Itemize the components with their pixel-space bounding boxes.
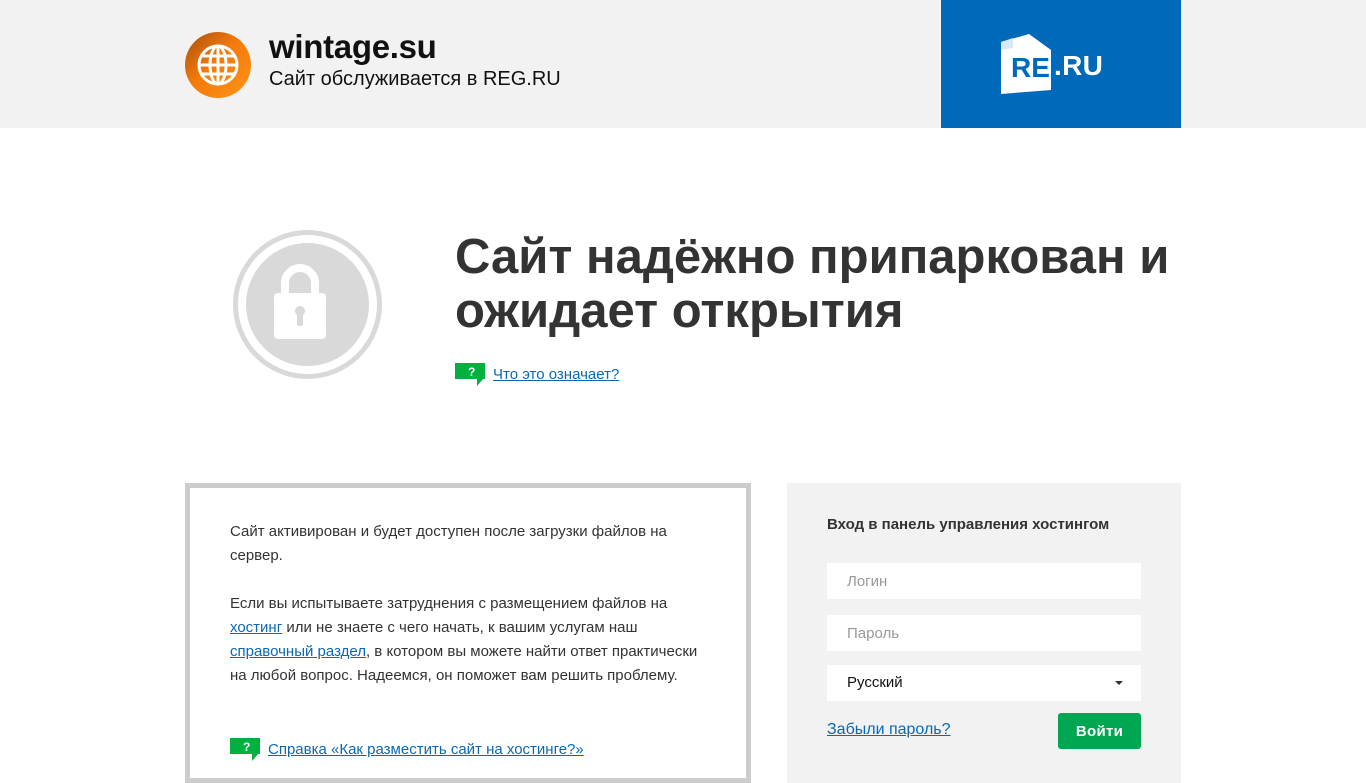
login-panel: Вход в панель управления хостингом Русск… bbox=[787, 483, 1181, 783]
login-button[interactable]: Войти bbox=[1058, 713, 1141, 749]
regru-logo-link[interactable]: REG .RU bbox=[941, 0, 1181, 128]
regru-logo-suffix: .RU bbox=[1054, 50, 1104, 81]
padlock-badge bbox=[233, 230, 382, 379]
help-section-link[interactable]: справочный раздел bbox=[230, 643, 366, 660]
info-text-segment: или не знаете с чего начать, к вашим усл… bbox=[282, 619, 638, 636]
info-paragraph-1: Сайт активирован и будет доступен после … bbox=[230, 523, 667, 564]
svg-text:?: ? bbox=[468, 365, 475, 379]
password-input[interactable] bbox=[827, 615, 1141, 651]
page-title: Сайт надёжно припаркован и ожидает откры… bbox=[455, 230, 1170, 338]
question-speech-bubble-icon: ? bbox=[455, 363, 485, 386]
language-select[interactable]: Русский bbox=[827, 665, 1141, 701]
header: wintage.su Сайт обслуживается в REG.RU R… bbox=[0, 0, 1366, 128]
chevron-down-icon bbox=[1115, 681, 1123, 685]
login-title: Вход в панель управления хостингом bbox=[827, 516, 1110, 533]
login-input[interactable] bbox=[827, 563, 1141, 599]
info-card: Сайт активирован и будет доступен после … bbox=[185, 483, 751, 783]
what-does-this-mean-link[interactable]: Что это означает? bbox=[493, 366, 619, 383]
hosting-link[interactable]: хостинг bbox=[230, 619, 282, 636]
info-paragraph-2: Если вы испытываете затруднения с размещ… bbox=[230, 592, 710, 688]
question-speech-bubble-icon: ? bbox=[230, 738, 260, 761]
site-name: wintage.su bbox=[269, 28, 437, 65]
how-to-host-site-link[interactable]: Справка «Как разместить сайт на хостинге… bbox=[268, 741, 584, 758]
site-subtitle: Сайт обслуживается в REG.RU bbox=[269, 68, 561, 90]
info-text-segment: Если вы испытываете затруднения с размещ… bbox=[230, 595, 668, 612]
info-text: Сайт активирован и будет доступен после … bbox=[230, 520, 710, 712]
language-select-value: Русский bbox=[847, 674, 903, 691]
forgot-password-link[interactable]: Забыли пароль? bbox=[827, 721, 951, 739]
padlock-icon bbox=[274, 264, 326, 339]
svg-text:?: ? bbox=[243, 740, 250, 754]
globe-icon bbox=[185, 32, 251, 98]
